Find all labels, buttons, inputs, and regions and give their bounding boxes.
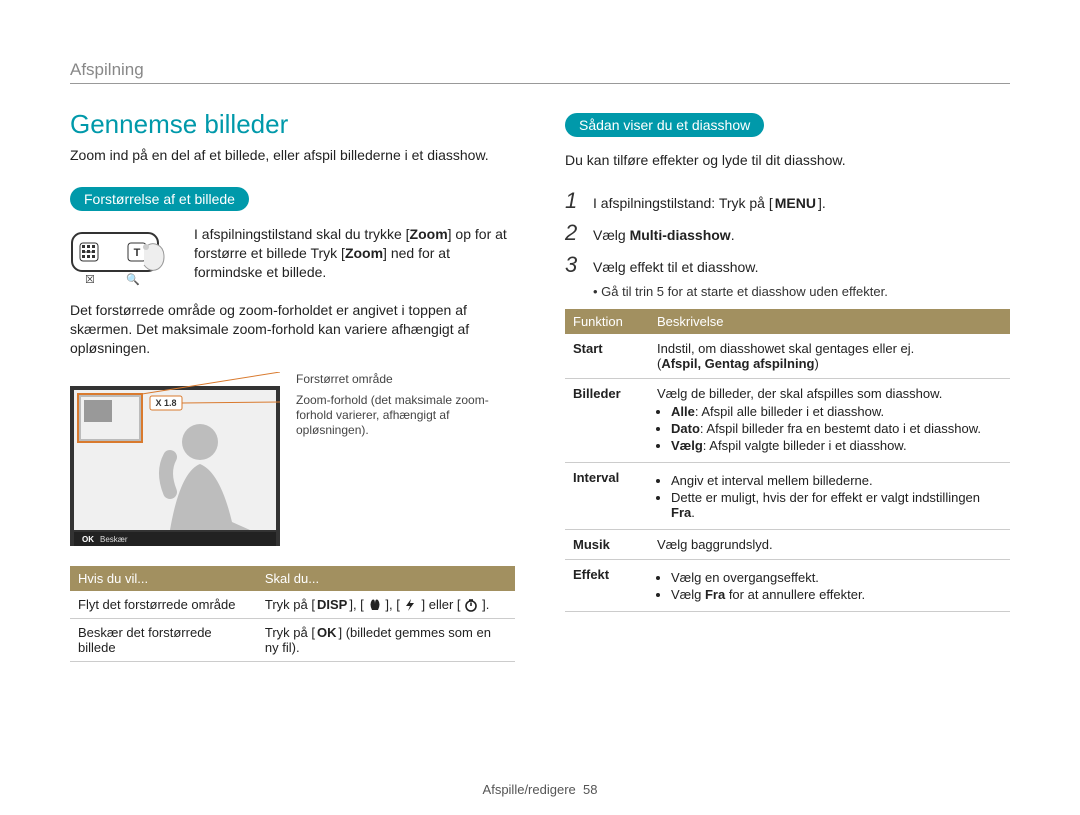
footer-section: Afspille/redigere — [483, 782, 576, 797]
cell-move-action: Tryk på [DISP], [ ], [ ] eller [ ]. — [257, 591, 515, 619]
intro-text: Zoom ind på en del af et billede, eller … — [70, 146, 515, 165]
anno-enlarged-area: Forstørret område — [296, 372, 515, 387]
disp-key-icon: DISP — [315, 597, 349, 612]
page-title: Gennemse billeder — [70, 109, 515, 140]
svg-text:🔍: 🔍 — [126, 272, 140, 286]
anno-zoom-ratio: Zoom-forhold (det maksimale zoom-forhold… — [296, 393, 515, 438]
flash-icon — [403, 598, 421, 612]
slideshow-intro: Du kan tilføre effekter og lyde til dit … — [565, 151, 1010, 170]
screenshot-thumb: X 1.8 OK Beskær — [70, 372, 280, 552]
th-func: Funktion — [565, 309, 649, 334]
right-column: Sådan viser du et diasshow Du kan tilfør… — [565, 109, 1010, 662]
table-row: Start Indstil, om diasshowet skal gentag… — [565, 334, 1010, 379]
zoom-control-block: T ☒ 🔍 I afspilningstilstand skal du tryk… — [70, 225, 515, 287]
desc-interval: Angiv et interval mellem billederne. Det… — [649, 462, 1010, 529]
table-row: Effekt Vælg en overgangseffekt. Vælg Fra… — [565, 559, 1010, 611]
table-row: Interval Angiv et interval mellem billed… — [565, 462, 1010, 529]
zoom-badge-text: X 1.8 — [155, 398, 176, 408]
func-images: Billeder — [565, 378, 649, 462]
svg-text:☒: ☒ — [85, 274, 95, 286]
zoom-control-illustration: T ☒ 🔍 — [70, 225, 180, 287]
desc-music: Vælg baggrundslyd. — [649, 529, 1010, 559]
subheading-enlarge: Forstørrelse af et billede — [70, 187, 249, 211]
func-effect: Effekt — [565, 559, 649, 611]
th-desc: Beskrivelse — [649, 309, 1010, 334]
step-number: 1 — [565, 188, 583, 214]
table-row: Musik Vælg baggrundslyd. — [565, 529, 1010, 559]
func-interval: Interval — [565, 462, 649, 529]
step-3: 3 Vælg effekt til et diasshow. — [565, 252, 1010, 278]
step-2: 2 Vælg Multi-diasshow. — [565, 220, 1010, 246]
step-text: Vælg Multi-diasshow. — [593, 226, 1010, 245]
subheading-slideshow: Sådan viser du et diasshow — [565, 113, 764, 137]
desc-effect: Vælg en overgangseffekt. Vælg Fra for at… — [649, 559, 1010, 611]
svg-text:OK: OK — [82, 535, 94, 544]
left-column: Gennemse billeder Zoom ind på en del af … — [70, 109, 515, 662]
step-3-note: • Gå til trin 5 for at starte et diassho… — [593, 284, 1010, 299]
actions-table: Hvis du vil... Skal du... Flyt det forst… — [70, 566, 515, 663]
func-music: Musik — [565, 529, 649, 559]
step-text: I afspilningstilstand: Tryk på [MENU]. — [593, 194, 1010, 213]
page-footer: Afspille/redigere 58 — [0, 782, 1080, 797]
crop-label: Beskær — [100, 535, 128, 544]
header-section: Afspilning — [70, 60, 1010, 84]
svg-text:T: T — [134, 247, 141, 259]
step-number: 2 — [565, 220, 583, 246]
th-if: Hvis du vil... — [70, 566, 257, 591]
zoom-note: Det forstørrede område og zoom-forholdet… — [70, 301, 515, 358]
cell-crop-action: Tryk på [OK] (billedet gemmes som en ny … — [257, 619, 515, 662]
screenshot-annotations: Forstørret område Zoom-forhold (det maks… — [296, 372, 515, 444]
step-1: 1 I afspilningstilstand: Tryk på [MENU]. — [565, 188, 1010, 214]
cell-crop-area: Beskær det forstørrede billede — [70, 619, 257, 662]
desc-images: Vælg de billeder, der skal afspilles som… — [649, 378, 1010, 462]
func-start: Start — [565, 334, 649, 379]
step-number: 3 — [565, 252, 583, 278]
ok-key-icon: OK — [315, 625, 339, 640]
timer-icon — [464, 598, 482, 612]
table-row: Flyt det forstørrede område Tryk på [DIS… — [70, 591, 515, 619]
th-do: Skal du... — [257, 566, 515, 591]
menu-key-icon: MENU — [773, 194, 818, 213]
table-row: Billeder Vælg de billeder, der skal afsp… — [565, 378, 1010, 462]
desc-start: Indstil, om diasshowet skal gentages ell… — [649, 334, 1010, 379]
cell-move-area: Flyt det forstørrede område — [70, 591, 257, 619]
zoom-text-line: I afspilningstilstand skal du trykke [Zo… — [194, 226, 507, 280]
content-columns: Gennemse billeder Zoom ind på en del af … — [70, 109, 1010, 662]
step-text: Vælg effekt til et diasshow. — [593, 258, 1010, 277]
macro-icon — [367, 598, 385, 612]
zoom-control-text: I afspilningstilstand skal du trykke [Zo… — [194, 225, 515, 282]
table-row: Beskær det forstørrede billede Tryk på [… — [70, 619, 515, 662]
screenshot-block: X 1.8 OK Beskær Forstørret område Zoom-f… — [70, 372, 515, 552]
footer-page: 58 — [583, 782, 597, 797]
function-table: Funktion Beskrivelse Start Indstil, om d… — [565, 309, 1010, 612]
